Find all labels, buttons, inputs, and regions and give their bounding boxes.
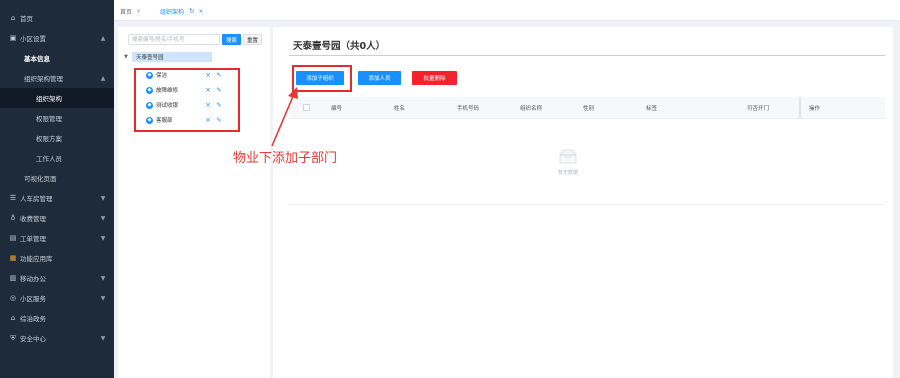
column-header[interactable]: 性别 bbox=[583, 104, 594, 112]
sidebar-item-community-service[interactable]: ◎ 小区服务 ▼ bbox=[0, 288, 114, 308]
security-icon: ⛨ bbox=[10, 333, 16, 342]
sidebar-item-permission-plans[interactable]: 权限方案 bbox=[0, 128, 114, 148]
chevron-down-icon: ▼ bbox=[100, 274, 106, 282]
chevron-down-icon: ▼ bbox=[100, 334, 106, 342]
database-icon: ☰ bbox=[9, 194, 17, 202]
service-icon: ◎ bbox=[9, 294, 17, 302]
highlight-box-tree-children bbox=[134, 68, 240, 132]
reset-button[interactable]: 重置 bbox=[243, 34, 262, 45]
column-header[interactable]: 可否开门 bbox=[747, 104, 769, 112]
tab-org-structure[interactable]: 组织架构 ↻ × bbox=[160, 4, 204, 18]
fixed-column-divider bbox=[799, 97, 801, 119]
sidebar-item-label: 安全中心 bbox=[20, 335, 46, 343]
sidebar-item-label: 功能应用库 bbox=[20, 255, 53, 263]
sidebar-item-governance[interactable]: ⌂ 综治政务 bbox=[0, 308, 114, 328]
tab-home[interactable]: 首页 × bbox=[120, 4, 141, 18]
divider bbox=[289, 204, 885, 205]
sidebar-item-label: 首页 bbox=[20, 15, 33, 23]
column-header[interactable]: 手机号码 bbox=[457, 104, 479, 112]
sidebar-item-community-settings[interactable]: ▣ 小区设置 ▲ bbox=[0, 28, 114, 48]
column-header[interactable]: 编号 bbox=[331, 104, 342, 112]
sidebar-item-staff[interactable]: 工作人员 bbox=[0, 148, 114, 168]
close-icon[interactable]: × bbox=[136, 8, 141, 15]
sidebar-item-org-management[interactable]: 组织架构管理 ▲ bbox=[0, 68, 114, 88]
sidebar-item-label: 人车房管理 bbox=[20, 195, 53, 203]
tab-label: 组织架构 bbox=[160, 8, 185, 16]
tab-bar: 首页 × 组织架构 ↻ × bbox=[114, 0, 900, 21]
divider bbox=[289, 55, 885, 56]
sidebar-item-mobile-office[interactable]: ▥ 移动办公 ▼ bbox=[0, 268, 114, 288]
sidebar-item-label: 综治政务 bbox=[20, 315, 46, 323]
sidebar-item-permissions[interactable]: 权限管理 bbox=[0, 108, 114, 128]
chevron-down-icon: ▼ bbox=[100, 234, 106, 242]
money-icon: ♁ bbox=[10, 214, 16, 222]
empty-box-icon bbox=[559, 149, 577, 164]
page-title: 天泰壹号园（共0人） bbox=[293, 41, 386, 52]
sidebar-item-people-cars-houses[interactable]: ☰ 人车房管理 ▼ bbox=[0, 188, 114, 208]
sidebar-item-visual-pages[interactable]: 可视化页面 bbox=[0, 168, 114, 188]
column-header[interactable]: 姓名 bbox=[394, 104, 405, 112]
main-panel: 天泰壹号园（共0人） 添加子组织 添加人员 批量删除 编号 姓名 手机号码 组织… bbox=[273, 27, 893, 378]
batch-delete-button[interactable]: 批量删除 bbox=[412, 71, 457, 85]
sidebar-item-home[interactable]: ⌂ 首页 bbox=[0, 8, 114, 28]
annotation-text: 物业下添加子部门 bbox=[233, 151, 338, 166]
sidebar-item-label: 权限方案 bbox=[36, 135, 62, 143]
column-header[interactable]: 操作 bbox=[809, 104, 820, 112]
sidebar-item-work-orders[interactable]: ▤ 工单管理 ▼ bbox=[0, 228, 114, 248]
sidebar-item-org-structure[interactable]: 组织架构 bbox=[0, 88, 114, 108]
sidebar-item-label: 小区服务 bbox=[20, 295, 46, 303]
sidebar-item-security[interactable]: ⛨ 安全中心 ▼ bbox=[0, 328, 114, 348]
chevron-down-icon: ▼ bbox=[100, 294, 106, 302]
sidebar-item-label: 组织架构 bbox=[36, 95, 62, 103]
sidebar-item-label: 权限管理 bbox=[36, 115, 62, 123]
column-header[interactable]: 标签 bbox=[646, 104, 657, 112]
sidebar-item-app-library[interactable]: ▦ 功能应用库 bbox=[0, 248, 114, 268]
close-icon[interactable]: × bbox=[198, 8, 203, 15]
chevron-down-icon: ▼ bbox=[100, 214, 106, 222]
search-button[interactable]: 搜索 bbox=[222, 34, 241, 45]
sidebar-item-label: 小区设置 bbox=[20, 35, 46, 43]
sidebar-item-label: 基本信息 bbox=[24, 55, 50, 63]
empty-text: 暂无数据 bbox=[557, 170, 578, 176]
sidebar: ⌂ 首页 ▣ 小区设置 ▲ 基本信息 组织架构管理 ▲ 组织架构 权限管理 权限… bbox=[0, 0, 114, 378]
sidebar-item-basic-info[interactable]: 基本信息 bbox=[0, 48, 114, 68]
ticket-icon: ▤ bbox=[9, 234, 17, 242]
chevron-up-icon: ▲ bbox=[100, 34, 106, 42]
column-header[interactable]: 组织名称 bbox=[520, 104, 542, 112]
office-icon: ▥ bbox=[9, 274, 17, 282]
empty-state: 暂无数据 bbox=[543, 148, 593, 176]
sidebar-item-label: 可视化页面 bbox=[24, 175, 57, 183]
sidebar-item-label: 组织架构管理 bbox=[24, 75, 63, 83]
home-icon: ⌂ bbox=[10, 14, 16, 22]
search-input[interactable] bbox=[128, 34, 220, 45]
gov-icon: ⌂ bbox=[10, 314, 16, 322]
refresh-icon[interactable]: ↻ bbox=[189, 7, 194, 15]
table-header: 编号 姓名 手机号码 组织名称 性别 标签 可否开门 操作 bbox=[289, 97, 885, 119]
caret-down-icon[interactable]: ▼ bbox=[124, 54, 132, 60]
tree-root-node[interactable]: ▼ 天泰壹号园 bbox=[124, 51, 212, 62]
sidebar-item-label: 移动办公 bbox=[20, 275, 46, 283]
sidebar-item-label: 工单管理 bbox=[20, 235, 46, 243]
sidebar-item-label: 收费管理 bbox=[20, 215, 46, 223]
building-icon: ▣ bbox=[9, 34, 17, 42]
annotation-arrow-icon bbox=[271, 87, 298, 147]
sidebar-item-billing[interactable]: ♁ 收费管理 ▼ bbox=[0, 208, 114, 228]
chevron-down-icon: ▼ bbox=[100, 194, 106, 202]
chevron-up-icon: ▲ bbox=[100, 74, 106, 82]
add-person-button[interactable]: 添加人员 bbox=[358, 71, 401, 85]
tree-root-label[interactable]: 天泰壹号园 bbox=[132, 51, 212, 62]
sidebar-item-label: 工作人员 bbox=[36, 155, 62, 163]
tab-label: 首页 bbox=[120, 8, 133, 16]
apps-icon: ▦ bbox=[9, 254, 17, 262]
